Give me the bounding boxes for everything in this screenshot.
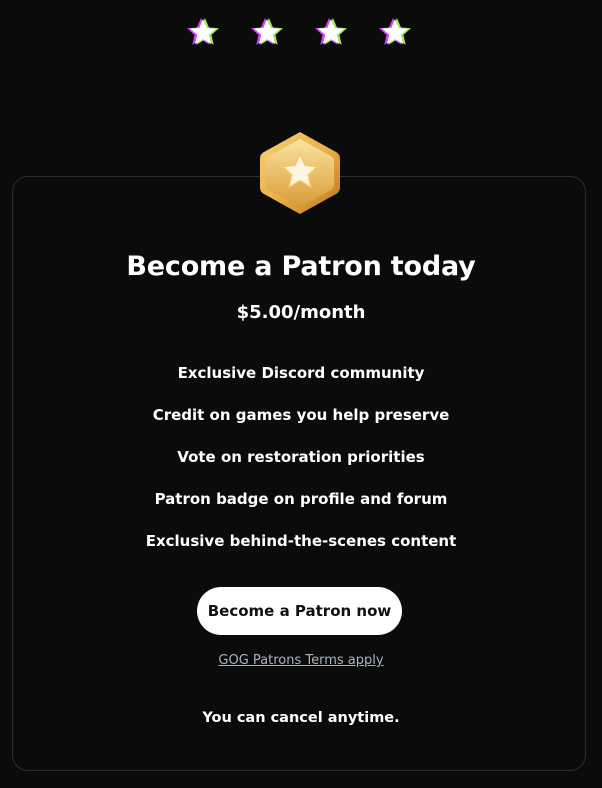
benefit-item: Patron badge on profile and forum [154, 490, 448, 508]
terms-link[interactable]: GOG Patrons Terms apply [218, 653, 383, 668]
benefit-item: Vote on restoration priorities [177, 448, 425, 466]
benefit-item: Exclusive Discord community [177, 364, 425, 382]
cancel-note: You can cancel anytime. [202, 710, 400, 726]
page-title: Become a Patron today [126, 251, 476, 282]
terms-container: GOG Patrons Terms apply [0, 652, 602, 670]
star-icon [251, 18, 283, 45]
star-badge-icon [260, 132, 340, 214]
star-icon [379, 18, 411, 45]
price-label: $5.00/month [236, 302, 366, 323]
decorative-stars [0, 14, 602, 54]
benefit-item: Exclusive behind-the-scenes content [145, 532, 457, 550]
become-patron-button[interactable]: Become a Patron now [197, 587, 402, 635]
star-icon [315, 18, 347, 45]
benefits-list: Exclusive Discord community Credit on ga… [0, 360, 602, 570]
star-icon [187, 18, 219, 45]
benefit-item: Credit on games you help preserve [152, 406, 450, 424]
